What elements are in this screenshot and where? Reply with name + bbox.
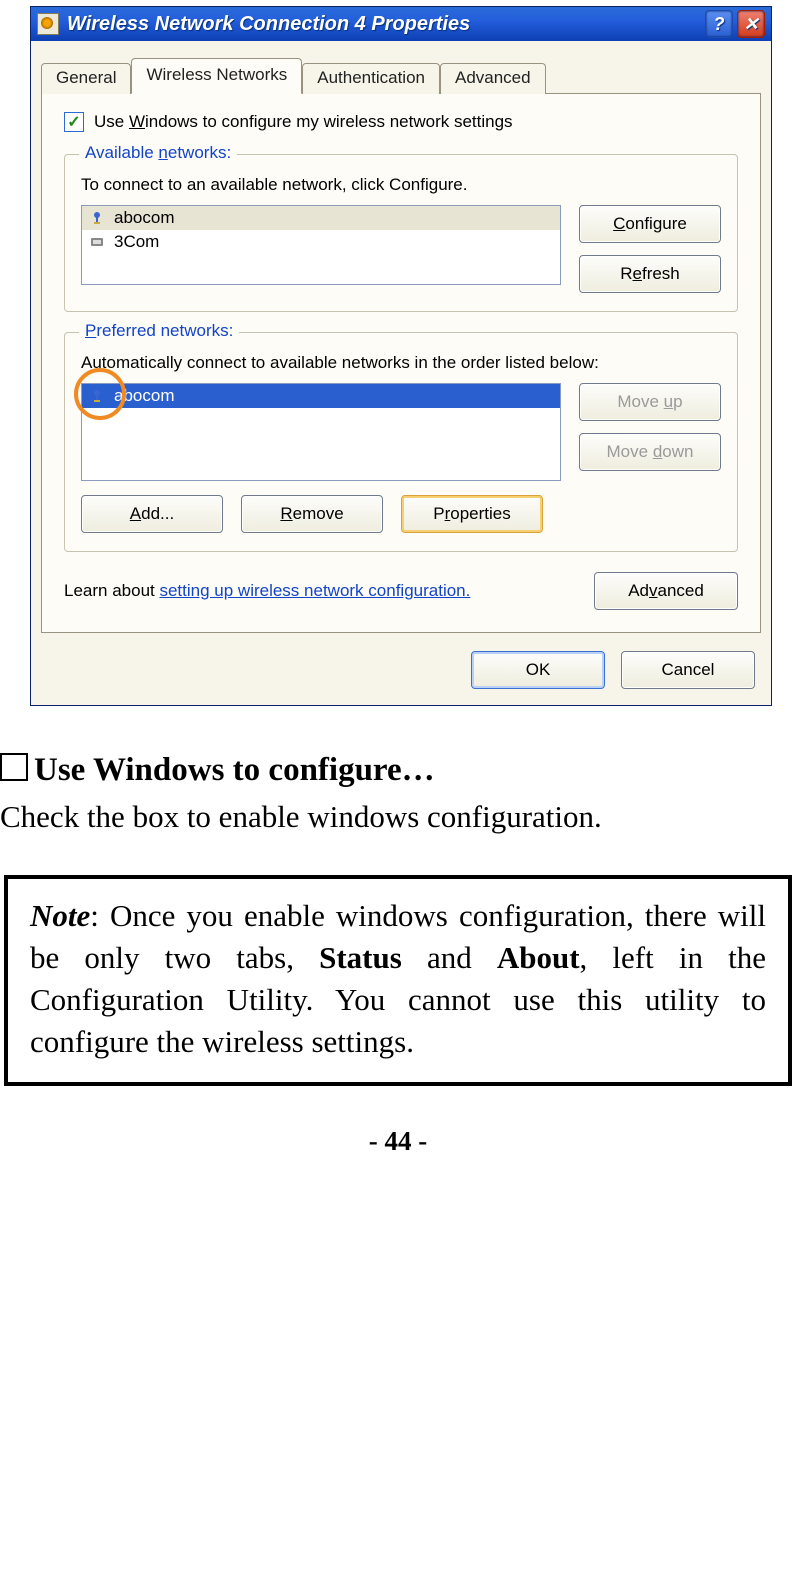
tab-panel: ✓ Use Windows to configure my wireless n… <box>41 93 761 633</box>
move-up-button[interactable]: Move up <box>579 383 721 421</box>
learn-text: Learn about setting up wireless network … <box>64 581 470 601</box>
ok-button[interactable]: OK <box>471 651 605 689</box>
titlebar[interactable]: Wireless Network Connection 4 Properties… <box>31 7 771 41</box>
move-down-button[interactable]: Move down <box>579 433 721 471</box>
preferred-networks-group: Preferred networks: Automatically connec… <box>64 332 738 552</box>
advanced-button[interactable]: Advanced <box>594 572 738 610</box>
tab-authentication[interactable]: Authentication <box>302 63 440 94</box>
tab-strip: General Wireless Networks Authentication… <box>41 41 761 93</box>
available-legend: Available networks: <box>79 143 237 163</box>
configure-button[interactable]: Configure <box>579 205 721 243</box>
list-item-label: 3Com <box>114 232 159 252</box>
section-heading: Use Windows to configure… <box>0 752 796 789</box>
cancel-button[interactable]: Cancel <box>621 651 755 689</box>
tab-general[interactable]: General <box>41 63 131 94</box>
note-label: Note <box>30 898 90 933</box>
app-icon <box>37 13 59 35</box>
tab-wireless-networks[interactable]: Wireless Networks <box>131 58 302 94</box>
available-desc: To connect to an available network, clic… <box>81 175 721 195</box>
tab-advanced[interactable]: Advanced <box>440 63 546 94</box>
available-networks-group: Available networks: To connect to an ava… <box>64 154 738 312</box>
learn-link[interactable]: setting up wireless network configuratio… <box>159 581 470 600</box>
close-icon: ✕ <box>743 14 758 35</box>
list-item-label: abocom <box>114 208 174 228</box>
list-item[interactable]: 3Com <box>82 230 560 254</box>
use-windows-label: Use Windows to configure my wireless net… <box>94 112 513 132</box>
preferred-legend: Preferred networks: <box>79 321 239 341</box>
properties-button[interactable]: Properties <box>401 495 543 533</box>
page-number: - 44 - <box>0 1126 796 1157</box>
note-box: Note: Once you enable windows configurat… <box>4 875 792 1086</box>
add-button[interactable]: Add... <box>81 495 223 533</box>
list-item[interactable]: abocom <box>82 384 560 408</box>
window-title: Wireless Network Connection 4 Properties <box>67 13 470 36</box>
list-item-label: abocom <box>114 386 174 406</box>
use-windows-checkbox[interactable]: ✓ <box>64 112 84 132</box>
help-button[interactable]: ? <box>705 10 733 38</box>
close-button[interactable]: ✕ <box>737 10 765 38</box>
adapter-icon <box>88 233 106 251</box>
section-lead: Check the box to enable windows configur… <box>0 799 796 835</box>
wifi-key-icon <box>88 387 106 405</box>
list-item[interactable]: abocom <box>82 206 560 230</box>
preferred-desc: Automatically connect to available netwo… <box>81 353 721 373</box>
preferred-listbox[interactable]: abocom <box>81 383 561 481</box>
dialog-window: Wireless Network Connection 4 Properties… <box>30 6 772 706</box>
available-listbox[interactable]: abocom 3Com <box>81 205 561 285</box>
checkbox-glyph-icon <box>0 753 28 781</box>
help-icon: ? <box>714 14 725 35</box>
refresh-button[interactable]: Refresh <box>579 255 721 293</box>
remove-button[interactable]: Remove <box>241 495 383 533</box>
wifi-key-icon <box>88 209 106 227</box>
